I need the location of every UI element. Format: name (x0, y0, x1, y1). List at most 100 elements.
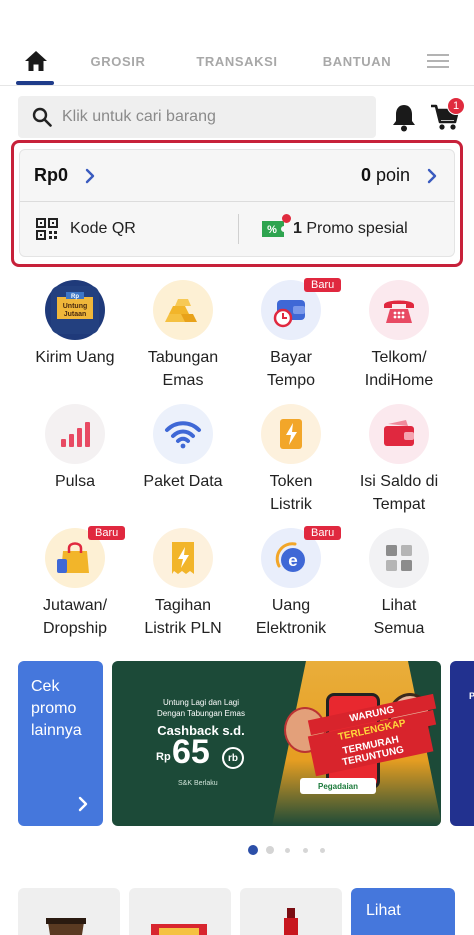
menu-label-line2: Tempo (266, 372, 316, 389)
menu-label: Jutawan/Dropship (20, 594, 130, 640)
menu-jutawan-dropship[interactable]: Baru Jutawan/Dropship (20, 526, 130, 646)
qr-code-icon[interactable] (36, 218, 58, 240)
promo-banner-tabungan-emas[interactable]: Untung Lagi dan Lagi Dengan Tabungan Ema… (112, 661, 441, 826)
untung-badge-line1: Untung (63, 303, 88, 310)
wifi-icon (153, 404, 213, 464)
telephone-icon (369, 280, 429, 340)
chevron-right-icon[interactable] (424, 167, 440, 185)
search-placeholder: Klik untuk cari barang (62, 108, 216, 125)
tab-home[interactable] (14, 38, 58, 84)
chevron-right-icon (78, 796, 88, 812)
menu-label-line2: Tempat (372, 496, 426, 513)
menu-label-line1: Uang (271, 597, 311, 614)
menu-label-line1: Telkom/ (371, 349, 427, 366)
untung-jutaan-icon: Rp Untung Jutaan (45, 280, 105, 340)
product-card[interactable] (129, 888, 231, 935)
carousel-pagination (248, 845, 338, 856)
menu-label-line1: Bayar (270, 349, 312, 366)
menu-label: Tagihan Listrik PLN (128, 594, 238, 640)
menu-label: Paket Data (128, 470, 238, 493)
menu-label-line1: Paket Data (143, 473, 223, 490)
menu-paket-data[interactable]: Paket Data (128, 404, 238, 522)
carousel-dot-active[interactable] (248, 845, 258, 855)
other-promos-line2: promo (31, 700, 77, 717)
menu-label-line2: Semua (373, 620, 425, 637)
tab-grosir[interactable]: GROSIR (82, 38, 154, 84)
other-promos-card[interactable]: Cek promo lainnya (18, 661, 103, 826)
promo-text: Promo spesial (306, 220, 408, 237)
menu-label-line1: Isi Saldo di (359, 473, 439, 490)
menu-label-line1: Lihat (381, 597, 417, 614)
see-all-products-card[interactable]: Lihat (351, 888, 455, 935)
menu-label: Bayar Tempo (236, 346, 346, 392)
menu-kirim-uang[interactable]: Rp Untung Jutaan Kirim Uang (20, 280, 130, 398)
menu-tabungan-emas[interactable]: Tabungan Emas (128, 280, 238, 398)
coffee-cup-icon (46, 918, 86, 935)
menu-label: Pulsa (20, 470, 130, 493)
menu-label-line2: IndiHome (364, 372, 434, 389)
banner-unit: rb (222, 747, 244, 769)
menu-telkom-indihome[interactable]: Telkom/IndiHome (344, 280, 454, 398)
tab-bantuan[interactable]: BANTUAN (320, 38, 394, 84)
points-value[interactable]: 0 poin (361, 165, 410, 186)
menu-token-listrik[interactable]: Token Listrik (236, 404, 346, 522)
untung-badge-line2: Jutaan (64, 311, 87, 318)
points-number: 0 (360, 165, 371, 185)
banner-amount: 65 (172, 733, 210, 771)
menu-uang-elektronik[interactable]: e Baru Uang Elektronik (236, 526, 346, 646)
menu-tagihan-listrik-pln[interactable]: Tagihan Listrik PLN (128, 528, 238, 646)
carousel-dot[interactable] (266, 846, 274, 854)
wallet-card: Rp0 0 poin Kode QR % 1 Promo spesial (19, 149, 455, 257)
product-card[interactable] (18, 888, 120, 935)
banner-currency: Rp (156, 751, 171, 763)
carousel-dot[interactable] (320, 848, 325, 853)
menu-bayar-tempo[interactable]: Baru Bayar Tempo (236, 278, 346, 398)
promo-count: 1 (293, 220, 302, 237)
search-input[interactable]: Klik untuk cari barang (18, 96, 376, 138)
cart-count-badge: 1 (447, 97, 465, 115)
menu-label-line2: Emas (162, 372, 204, 389)
lightning-token-icon (261, 404, 321, 464)
points-unit: poin (375, 165, 410, 185)
active-tab-indicator (16, 81, 54, 85)
search-icon (32, 107, 52, 127)
menu-label-line1: Kirim Uang (35, 349, 115, 366)
next-banner-peek[interactable]: P (450, 661, 474, 826)
top-tab-bar: GROSIR TRANSAKSI BANTUAN (0, 38, 474, 86)
new-badge: Baru (304, 278, 342, 292)
promo-label[interactable]: 1 Promo spesial (293, 220, 408, 238)
menu-lihat-semua[interactable]: Lihat Semua (344, 528, 454, 646)
menu-label: Lihat Semua (344, 594, 454, 640)
svg-text:%: % (267, 224, 277, 236)
menu-label-line1: Tabungan (147, 349, 219, 366)
menu-label-line2: Dropship (42, 620, 108, 637)
balance-value[interactable]: Rp0 (34, 165, 68, 186)
other-promos-line1: Cek (31, 678, 60, 695)
soda-bottle-icon (284, 908, 298, 935)
wallet-icon (369, 404, 429, 464)
carousel-dot[interactable] (285, 848, 290, 853)
carousel-dot[interactable] (303, 848, 308, 853)
tab-transaksi[interactable]: TRANSAKSI (195, 38, 279, 84)
menu-label: Kirim Uang (20, 346, 130, 369)
banner-tagline-line1: Untung Lagi dan Lagi (162, 698, 240, 707)
see-all-label: Lihat (366, 902, 401, 919)
menu-label-line1: Pulsa (54, 473, 96, 490)
new-badge: Baru (304, 526, 342, 540)
menu-label: Telkom/IndiHome (344, 346, 454, 392)
qr-code-label[interactable]: Kode QR (70, 220, 136, 238)
menu-isi-saldo[interactable]: Isi Saldo di Tempat (344, 404, 454, 522)
chevron-right-icon[interactable] (82, 167, 98, 185)
menu-pulsa[interactable]: Pulsa (20, 404, 130, 522)
hamburger-icon[interactable] (420, 38, 456, 84)
menu-label: Uang Elektronik (236, 594, 346, 640)
banner-tagline: Untung Lagi dan Lagi Dengan Tabungan Ema… (126, 697, 276, 719)
grid-icon (369, 528, 429, 588)
wallet-balance-row: Rp0 0 poin (20, 150, 454, 202)
bell-icon[interactable] (390, 102, 418, 132)
menu-label: Tabungan Emas (128, 346, 238, 392)
menu-label-line1: Tagihan (154, 597, 212, 614)
product-card[interactable] (240, 888, 342, 935)
electric-bill-icon (153, 528, 213, 588)
banner-terms: S&K Berlaku (178, 780, 218, 787)
